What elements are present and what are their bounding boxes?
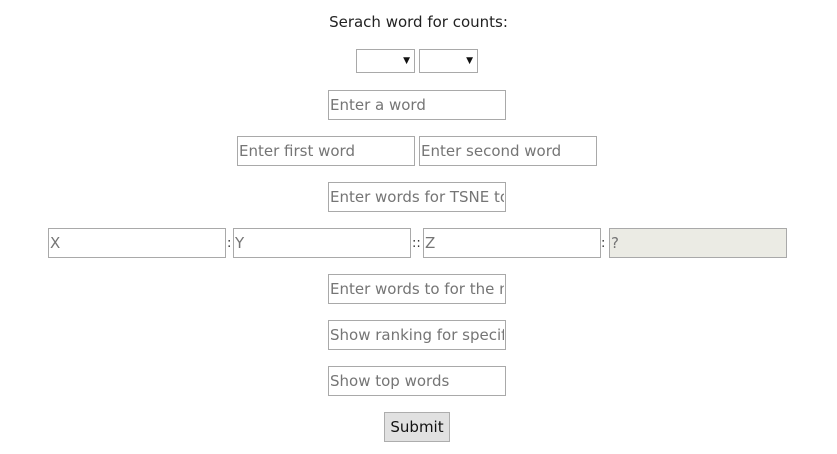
form-title: Serach word for counts: <box>329 13 508 31</box>
chevron-down-icon: ▼ <box>466 56 473 66</box>
submit-button[interactable]: Submit <box>384 412 450 442</box>
most-similar-input[interactable] <box>328 274 506 304</box>
word-search-page: Serach word for counts: ▼ ▼ : :: : Submi… <box>0 0 837 454</box>
analogy-double-separator: :: <box>412 236 421 251</box>
second-word-input[interactable] <box>419 136 597 166</box>
top-words-input[interactable] <box>328 366 506 396</box>
analogy-separator: : <box>227 236 232 251</box>
ranking-input[interactable] <box>328 320 506 350</box>
analogy-result-output <box>609 228 787 258</box>
analogy-x-input[interactable] <box>48 228 226 258</box>
chevron-down-icon: ▼ <box>403 56 410 66</box>
analogy-separator: : <box>601 236 606 251</box>
analogy-y-input[interactable] <box>233 228 411 258</box>
word-input[interactable] <box>328 90 506 120</box>
second-select-dropdown[interactable]: ▼ <box>419 49 478 73</box>
analogy-z-input[interactable] <box>423 228 601 258</box>
first-word-input[interactable] <box>237 136 415 166</box>
tsne-words-input[interactable] <box>328 182 506 212</box>
first-select-dropdown[interactable]: ▼ <box>356 49 415 73</box>
